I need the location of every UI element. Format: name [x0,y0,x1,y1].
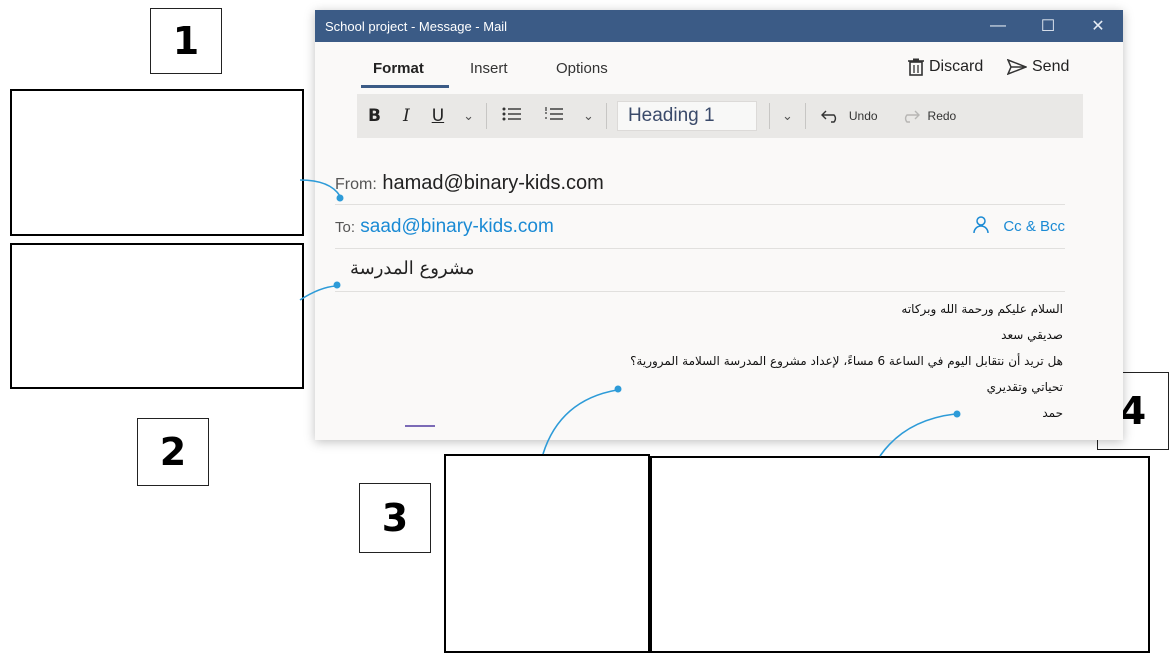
discard-button[interactable]: Discard [908,58,983,76]
to-address[interactable]: saad@binary-kids.com [360,216,554,237]
title-bar: School project - Message - Mail — ☐ ✕ [315,10,1123,42]
undo-label: Undo [848,109,878,123]
label-4: 4 [1119,389,1147,433]
close-button[interactable]: ✕ [1073,16,1123,36]
body-line: السلام عليكم ورحمة الله وبركاته [901,302,1063,316]
from-label: From: [335,176,377,193]
tab-options[interactable]: Options [556,60,608,77]
numbered-list-button[interactable] [533,106,575,127]
window-title: School project - Message - Mail [325,18,508,34]
tab-insert[interactable]: Insert [470,60,508,77]
redo-label: Redo [927,109,957,123]
body-line: هل تريد أن نتقابل اليوم في الساعة 6 مساء… [630,354,1063,368]
label-3: 3 [381,496,409,540]
to-label: To: [335,219,356,236]
heading-style-select[interactable]: Heading 1 [616,101,757,131]
answer-box-2[interactable] [10,243,304,389]
contacts-button[interactable] [973,216,989,240]
toolbar-separator [768,103,770,129]
from-row: From: hamad@binary-kids.com [335,172,1065,195]
active-tab-indicator [361,85,449,88]
label-1: 1 [172,19,200,63]
numbered-list-icon [545,106,564,120]
toolbar-separator [804,103,806,129]
subject-field[interactable]: مشروع المدرسة [350,258,475,279]
from-address[interactable]: hamad@binary-kids.com [382,172,604,194]
bullet-list-button[interactable] [491,106,533,127]
bullet-list-icon [502,107,522,120]
answer-box-1[interactable] [10,89,304,236]
label-box-3: 3 [359,483,431,553]
send-label: Send [1032,58,1070,75]
body-line: حمد [1042,406,1063,420]
bold-button[interactable]: B [357,106,392,126]
send-icon [1007,59,1027,75]
answer-box-4[interactable] [650,456,1150,653]
ribbon-tabs: Format Insert Options Discard Send [315,42,1123,88]
divider [335,204,1065,205]
send-button[interactable]: Send [1007,58,1069,76]
italic-button[interactable]: I [392,106,421,126]
body-line: صديقي سعد [1001,328,1063,342]
toolbar-separator [605,103,607,129]
undo-icon [820,110,836,123]
to-row: To: saad@binary-kids.com Cc & Bcc [335,216,1065,238]
mail-window: School project - Message - Mail — ☐ ✕ Fo… [315,10,1123,440]
chevron-down-icon[interactable]: ⌄ [774,108,801,124]
status-indicator [405,425,435,427]
label-2: 2 [159,430,187,474]
redo-button[interactable]: Redo [889,109,968,123]
minimize-button[interactable]: — [973,17,1023,35]
heading-style-value: Heading 1 [627,105,715,126]
tab-format[interactable]: Format [373,60,424,77]
trash-icon [908,58,924,76]
redo-icon [904,110,920,123]
answer-box-3[interactable] [444,454,650,653]
divider [335,248,1065,249]
underline-button[interactable]: U [421,106,455,126]
format-toolbar: B I U ⌄ ⌄ Heading 1 ⌄ Undo Redo [357,94,1083,138]
discard-label: Discard [929,58,984,75]
maximize-button[interactable]: ☐ [1023,16,1073,36]
cc-bcc-button[interactable]: Cc & Bcc [1003,218,1065,235]
label-box-1: 1 [150,8,222,74]
chevron-down-icon[interactable]: ⌄ [575,108,602,124]
body-line: تحياتي وتقديري [986,380,1063,394]
message-body[interactable]: السلام عليكم ورحمة الله وبركاته صديقي سع… [595,296,1063,426]
undo-button[interactable]: Undo [810,109,889,123]
divider [335,291,1065,292]
toolbar-separator [486,103,488,129]
person-icon [973,216,989,234]
chevron-down-icon[interactable]: ⌄ [455,108,482,124]
label-box-2: 2 [137,418,209,486]
